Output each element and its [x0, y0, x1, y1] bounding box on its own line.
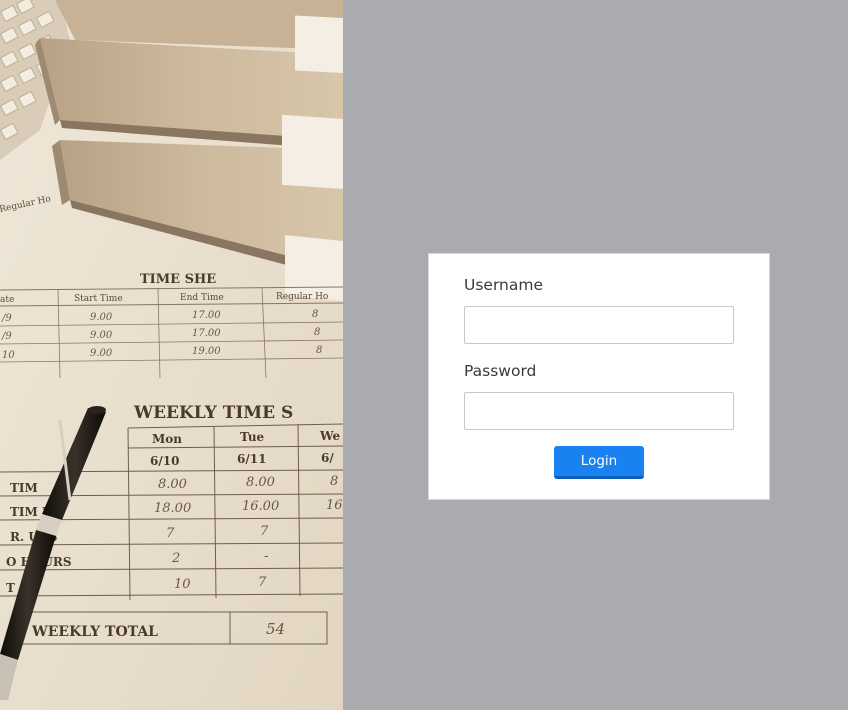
username-input[interactable]: [464, 306, 734, 344]
top-col-2: End Time: [180, 293, 224, 303]
timesheet-heading-main: WEEKLY TIME S: [133, 403, 293, 423]
cell: 7: [258, 575, 267, 590]
background-photo: TIME SHE Regular Ho ate Start Time End T…: [0, 0, 343, 710]
top-col-1: Start Time: [74, 294, 123, 304]
cell: 18.00: [154, 501, 191, 516]
top-col-0: ate: [0, 295, 14, 305]
top-cell: /9: [1, 313, 12, 324]
top-cell: 9.00: [90, 330, 113, 341]
weekly-total-value: 54: [266, 620, 285, 638]
top-cell: 8: [314, 327, 320, 338]
top-cell: /9: [1, 331, 12, 342]
cell: 2: [171, 551, 180, 566]
cell: 10: [174, 577, 191, 592]
top-cell: 10: [2, 350, 15, 361]
date-header: 6/11: [237, 452, 266, 466]
top-cell: 19.00: [192, 346, 221, 357]
cell: -: [264, 549, 268, 564]
timesheet-photo-illustration: TIME SHE Regular Ho ate Start Time End T…: [0, 0, 343, 710]
date-header: 6/: [321, 451, 334, 465]
username-label: Username: [464, 276, 544, 294]
weekly-total-label: WEEKLY TOTAL: [31, 624, 158, 640]
top-cell: 8: [316, 345, 322, 356]
cell: 16.00: [242, 499, 279, 514]
day-header: Mon: [152, 432, 182, 446]
cell: 7: [260, 524, 269, 539]
cell: 8.00: [246, 475, 275, 490]
row-label: TIM: [10, 481, 38, 495]
date-header: 6/10: [150, 454, 179, 468]
cell: 8: [330, 474, 338, 489]
day-header: Tue: [240, 430, 265, 444]
cell: 8.00: [158, 477, 187, 492]
cell: 16: [326, 498, 343, 513]
login-button[interactable]: Login: [554, 446, 644, 479]
day-header: We: [319, 429, 340, 443]
top-cell: 9.00: [90, 348, 113, 359]
password-label: Password: [464, 362, 537, 380]
top-cell: 17.00: [192, 310, 221, 321]
timesheet-heading-top: TIME SHE: [140, 272, 216, 287]
top-cell: 8: [312, 309, 318, 320]
top-cell: 9.00: [90, 312, 113, 323]
top-col-3: Regular Ho: [276, 292, 328, 302]
login-page: TIME SHE Regular Ho ate Start Time End T…: [0, 0, 848, 710]
password-input[interactable]: [464, 392, 734, 430]
cell: 7: [166, 526, 175, 541]
top-cell: 17.00: [192, 328, 221, 339]
login-card: Username Password Login: [428, 253, 770, 500]
